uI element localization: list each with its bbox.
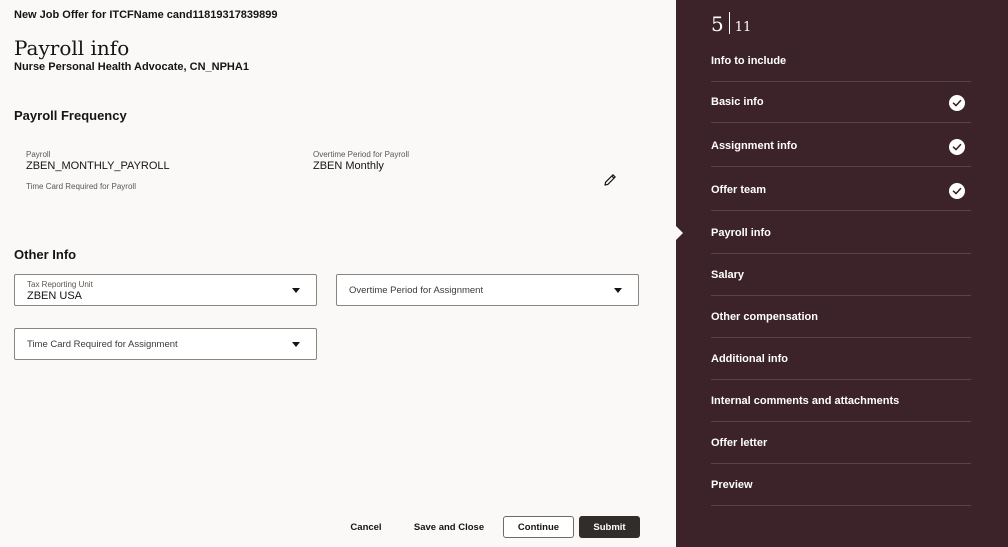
timecard-payroll-label: Time Card Required for Payroll [26,182,136,191]
tax-reporting-unit-select[interactable]: Tax Reporting Unit ZBEN USA [14,274,317,306]
current-step-number: 5 [711,12,724,36]
overtime-period-assignment-select[interactable]: Overtime Period for Assignment [336,274,639,306]
tax-reporting-unit-label: Tax Reporting Unit [27,280,93,289]
sidebar-item-basic-info[interactable]: Basic info [711,81,971,123]
cancel-button[interactable]: Cancel [340,516,392,538]
sidebar-item-label: Internal comments and attachments [711,395,900,407]
sidebar-item-other-compensation[interactable]: Other compensation [711,296,971,338]
save-and-close-button[interactable]: Save and Close [405,516,493,538]
sidebar-item-payroll-info[interactable]: Payroll info [711,212,971,254]
sidebar-item-label: Assignment info [711,140,798,152]
other-info-heading: Other Info [14,247,77,262]
current-step-indicator [676,226,683,240]
chevron-down-icon [292,288,300,293]
nav-divider [711,122,971,123]
sidebar-item-label: Basic info [711,96,764,108]
sidebar-item-label: Additional info [711,353,788,365]
sidebar-item-info-to-include[interactable]: Info to include [711,40,971,82]
sidebar-item-assignment-info[interactable]: Assignment info [711,125,971,167]
checkmark-icon [949,183,965,199]
total-steps-number: 11 [734,20,752,35]
overtime-period-assignment-placeholder: Overtime Period for Assignment [349,285,484,296]
nav-divider [711,505,971,506]
continue-button[interactable]: Continue [503,516,574,538]
main-panel: New Job Offer for ITCFName cand118193178… [0,0,676,547]
nav-divider [711,210,971,211]
tax-reporting-unit-value: ZBEN USA [27,290,83,302]
step-counter: 5 11 [711,12,751,36]
sidebar-item-internal-comments-and-attachments[interactable]: Internal comments and attachments [711,380,971,422]
sidebar-item-offer-letter[interactable]: Offer letter [711,422,971,464]
sidebar-item-preview[interactable]: Preview [711,464,971,506]
step-sidebar: 5 11 Info to include Basic info Assignment … [676,0,1008,547]
timecard-assignment-placeholder: Time Card Required for Assignment [27,339,178,350]
payroll-value: ZBEN_MONTHLY_PAYROLL [26,160,170,172]
payroll-frequency-heading: Payroll Frequency [14,108,127,123]
submit-button[interactable]: Submit [579,516,640,538]
sidebar-item-salary[interactable]: Salary [711,254,971,296]
sidebar-item-label: Other compensation [711,311,818,323]
page-subtitle: Nurse Personal Health Advocate, CN_NPHA1 [14,61,249,73]
sidebar-item-label: Preview [711,479,753,491]
nav-divider [711,166,971,167]
payroll-label: Payroll [26,150,51,159]
job-offer-title: New Job Offer for ITCFName cand118193178… [14,9,278,21]
overtime-payroll-value: ZBEN Monthly [313,160,384,172]
checkmark-icon [949,95,965,111]
checkmark-icon [949,139,965,155]
sidebar-item-label: Info to include [711,55,787,67]
sidebar-item-label: Offer team [711,184,767,196]
sidebar-item-label: Salary [711,269,745,281]
page-title: Payroll info [14,36,130,60]
chevron-down-icon [292,342,300,347]
timecard-assignment-select[interactable]: Time Card Required for Assignment [14,328,317,360]
sidebar-item-offer-team[interactable]: Offer team [711,169,971,211]
sidebar-item-label: Offer letter [711,437,768,449]
pencil-icon[interactable] [602,172,618,188]
chevron-down-icon [614,288,622,293]
overtime-payroll-label: Overtime Period for Payroll [313,150,410,159]
sidebar-item-label: Payroll info [711,227,771,239]
sidebar-item-additional-info[interactable]: Additional info [711,338,971,380]
